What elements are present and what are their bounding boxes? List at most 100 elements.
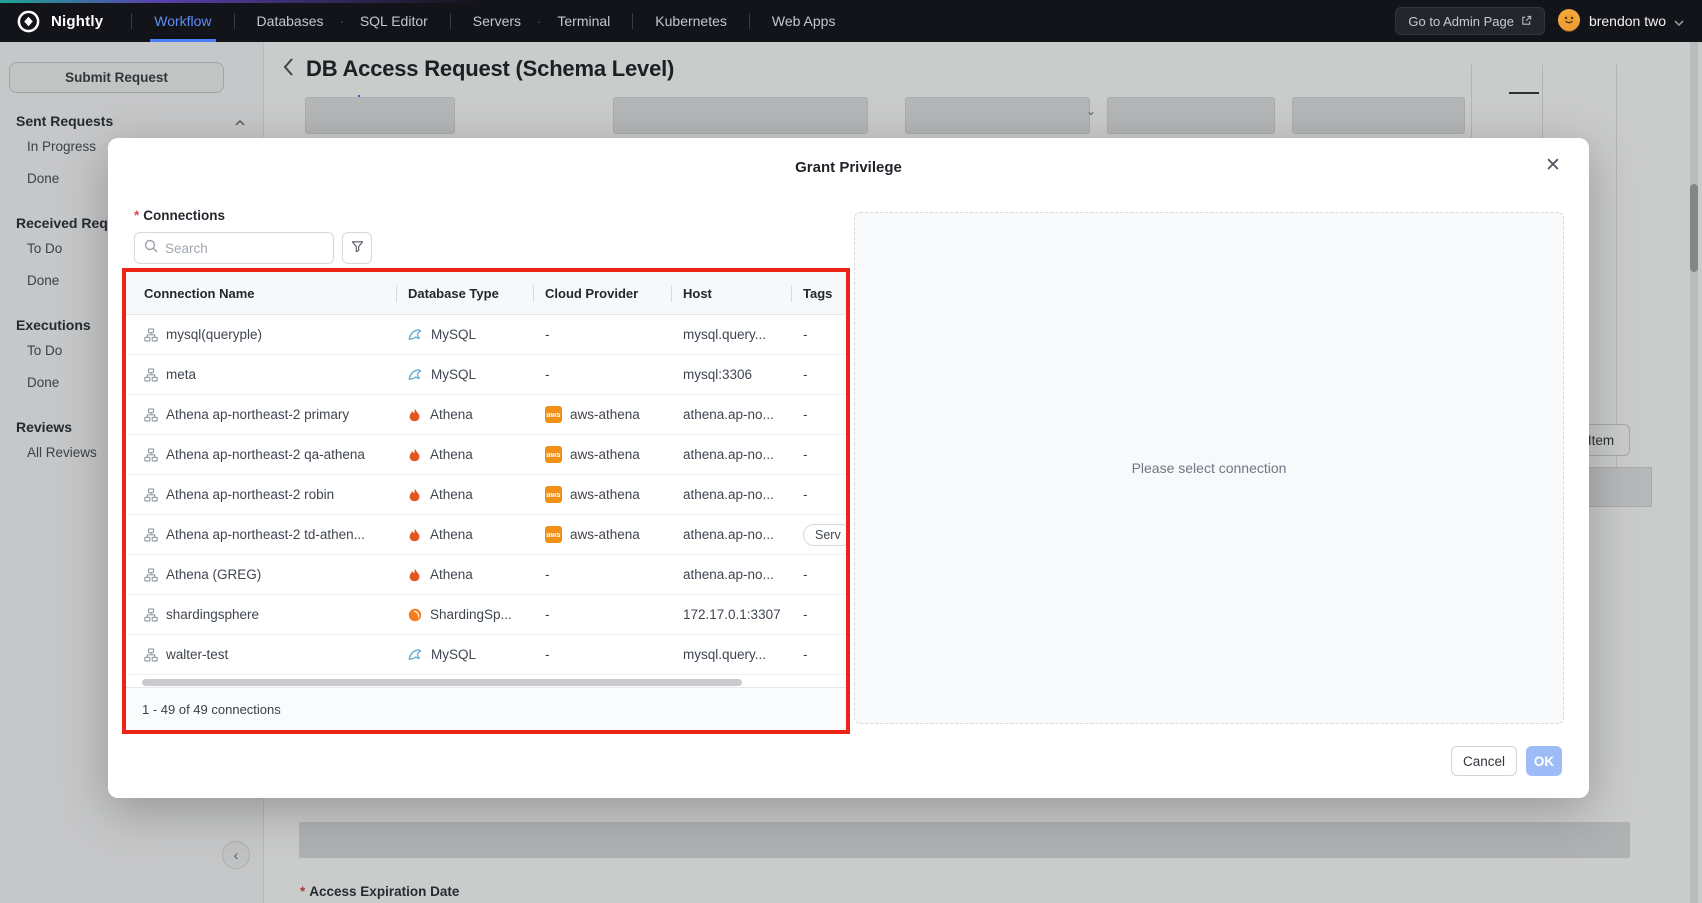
database-type: Athena [430, 527, 473, 542]
host: mysql.query... [683, 327, 766, 342]
athena-icon [408, 488, 422, 502]
nav-item-servers[interactable]: Servers [463, 0, 531, 42]
top-navigation-bar: Nightly WorkflowDatabases·SQL EditorServ… [0, 0, 1702, 42]
cloud-provider: aws-athena [570, 527, 640, 542]
nav-dot: · [537, 14, 541, 29]
connection-search [134, 232, 334, 264]
connections-table-highlight: Connection NameDatabase TypeCloud Provid… [122, 268, 850, 734]
mysql-icon [408, 327, 423, 342]
user-menu[interactable]: brendon two [1557, 8, 1684, 35]
app-root: Nightly WorkflowDatabases·SQL EditorServ… [0, 0, 1702, 903]
tag-pill: Serv [803, 524, 846, 546]
close-icon[interactable]: ✕ [1541, 154, 1565, 178]
host: athena.ap-no... [683, 447, 774, 462]
tags: - [803, 607, 808, 622]
cloud-provider: - [545, 567, 550, 582]
host: mysql.query... [683, 647, 766, 662]
table-footer: 1 - 49 of 49 connections [126, 687, 846, 730]
grant-privilege-modal: Grant Privilege ✕ *Connections Connectio… [108, 138, 1589, 798]
database-type: Athena [430, 447, 473, 462]
connection-icon [144, 568, 158, 582]
athena-icon [408, 528, 422, 542]
connection-name: Athena ap-northeast-2 qa-athena [166, 447, 365, 462]
table-row-walter-test[interactable]: walter-testMySQL-mysql.query...- [126, 635, 846, 675]
connection-icon [144, 608, 158, 622]
column-header-cloud-provider[interactable]: Cloud Provider [533, 272, 671, 314]
database-type: Athena [430, 487, 473, 502]
connection-icon [144, 448, 158, 462]
tags: - [803, 567, 808, 582]
tags: - [803, 407, 808, 422]
connection-name: meta [166, 367, 196, 382]
table-row-shardingsphere[interactable]: shardingsphereShardingSp...-172.17.0.1:3… [126, 595, 846, 635]
user-name: brendon two [1589, 13, 1666, 29]
nav-divider [131, 13, 132, 29]
column-header-tags[interactable]: Tags [791, 272, 846, 314]
table-hscrollbar-thumb[interactable] [142, 679, 742, 686]
cloud-provider: - [545, 647, 550, 662]
athena-icon [408, 568, 422, 582]
column-header-database-type[interactable]: Database Type [396, 272, 533, 314]
table-row-athena-ap-northeast-2-primary[interactable]: Athena ap-northeast-2 primaryAthenaawsaw… [126, 395, 846, 435]
nav-item-terminal[interactable]: Terminal [547, 0, 620, 42]
nav-item-web-apps[interactable]: Web Apps [762, 0, 846, 42]
connection-icon [144, 488, 158, 502]
modal-title: Grant Privilege [108, 159, 1589, 176]
nav-item-sql-editor[interactable]: SQL Editor [350, 0, 438, 42]
cloud-provider: aws-athena [570, 487, 640, 502]
column-header-host[interactable]: Host [671, 272, 791, 314]
sharding-icon [408, 608, 422, 622]
table-row-mysql-queryple[interactable]: mysql(queryple) MySQL - mysql.query... - [126, 315, 846, 355]
table-row-athena-greg[interactable]: Athena (GREG)Athena-athena.ap-no...- [126, 555, 846, 595]
aws-icon: aws [545, 526, 562, 543]
tags: - [803, 487, 808, 502]
connection-icon [144, 408, 158, 422]
search-icon [144, 239, 158, 258]
placeholder-text: Please select connection [1132, 460, 1287, 476]
host: mysql:3306 [683, 367, 752, 382]
database-type: Athena [430, 407, 473, 422]
nav-dot: · [339, 14, 343, 29]
host: athena.ap-no... [683, 527, 774, 542]
external-link-icon [1521, 14, 1532, 29]
table-body: mysql(queryple) MySQL - mysql.query... - meta… [126, 315, 846, 675]
aws-icon: aws [545, 406, 562, 423]
cloud-provider: - [545, 607, 550, 622]
table-row-athena-ap-northeast-2-qa-athena[interactable]: Athena ap-northeast-2 qa-athenaAthenaaws… [126, 435, 846, 475]
cloud-provider: - [545, 327, 550, 342]
connections-label: *Connections [134, 208, 225, 223]
table-row-athena-ap-northeast-2-robin[interactable]: Athena ap-northeast-2 robin Athena aws aws-… [126, 475, 846, 515]
cancel-button[interactable]: Cancel [1451, 746, 1517, 776]
ok-button[interactable]: OK [1526, 746, 1562, 776]
connection-name: shardingsphere [166, 607, 259, 622]
cloud-provider: - [545, 367, 550, 382]
database-type: ShardingSp... [430, 607, 512, 622]
nav-divider [234, 13, 235, 29]
app-logo-icon[interactable] [16, 9, 41, 34]
avatar [1557, 8, 1581, 35]
database-type: MySQL [431, 327, 476, 342]
connection-name: mysql(queryple) [166, 327, 262, 342]
search-input[interactable] [165, 241, 324, 256]
connections-table: Connection NameDatabase TypeCloud Provid… [126, 272, 846, 730]
top-nav: Workflow Databases · SQL Editor Servers · Term… [144, 0, 845, 42]
host: athena.ap-no... [683, 567, 774, 582]
column-header-connection-name[interactable]: Connection Name [126, 272, 396, 314]
table-row-meta[interactable]: metaMySQL-mysql:3306- [126, 355, 846, 395]
connection-icon [144, 368, 158, 382]
nav-item-workflow[interactable]: Workflow [144, 0, 221, 42]
athena-icon [408, 448, 422, 462]
nav-item-kubernetes[interactable]: Kubernetes [645, 0, 737, 42]
chevron-down-icon [1674, 13, 1684, 29]
database-type: Athena [430, 567, 473, 582]
filter-button[interactable] [342, 232, 372, 264]
aws-icon: aws [545, 486, 562, 503]
go-to-admin-page-button[interactable]: Go to Admin Page [1395, 7, 1545, 35]
host: athena.ap-no... [683, 487, 774, 502]
connection-name: Athena ap-northeast-2 robin [166, 487, 334, 502]
nav-item-databases[interactable]: Databases [247, 0, 334, 42]
tags: - [803, 327, 808, 342]
connection-name: Athena ap-northeast-2 primary [166, 407, 349, 422]
connection-icon [144, 648, 158, 662]
table-row-athena-ap-northeast-2-td-athen[interactable]: Athena ap-northeast-2 td-athen...Athenaa… [126, 515, 846, 555]
